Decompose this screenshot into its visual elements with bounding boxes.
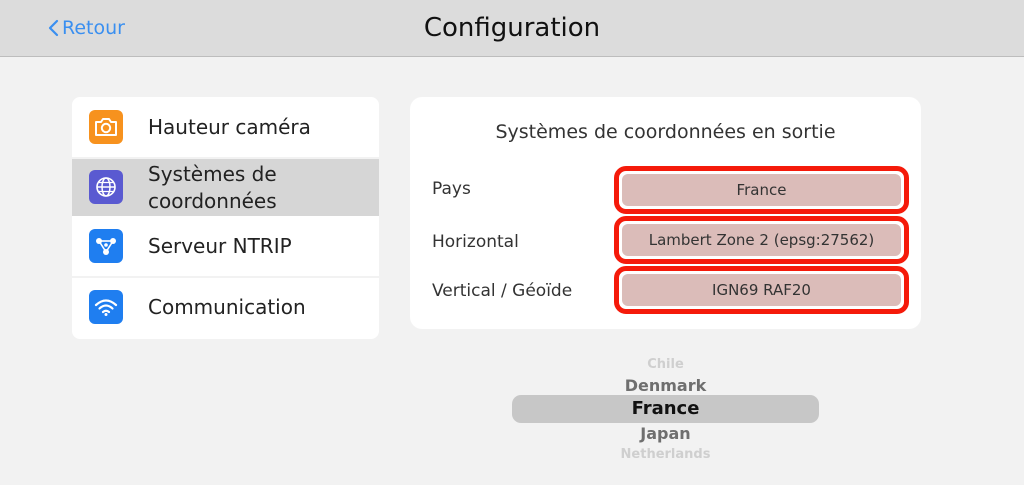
card-title: Systèmes de coordonnées en sortie [495, 121, 836, 143]
menu-label-coordinate-systems-line2: coordonnées [148, 189, 277, 213]
country-field[interactable]: France [614, 166, 909, 214]
page-title: Configuration [423, 13, 601, 43]
country-picker[interactable]: Chile Denmark France Japan Netherlands [512, 352, 819, 470]
vertical-geoid-value: IGN69 RAF20 [622, 274, 901, 306]
settings-menu: Hauteur caméra Systèmes de coordonnées S… [72, 97, 379, 339]
menu-label-communication: Communication [148, 295, 306, 319]
menu-label-camera-height: Hauteur caméra [148, 115, 311, 139]
country-value: France [622, 174, 901, 206]
wifi-icon [89, 290, 123, 324]
vertical-geoid-field[interactable]: IGN69 RAF20 [614, 266, 909, 314]
menu-item-coordinate-systems[interactable]: Systèmes de coordonnées [72, 159, 379, 216]
picker-option[interactable]: Netherlands [512, 447, 819, 462]
picker-option[interactable]: Japan [512, 424, 819, 443]
picker-option[interactable]: Chile [512, 357, 819, 372]
country-label: Pays [432, 179, 471, 199]
menu-item-ntrip-server[interactable]: Serveur NTRIP [72, 216, 379, 276]
network-icon [89, 229, 123, 263]
horizontal-label: Horizontal [432, 232, 519, 252]
horizontal-value: Lambert Zone 2 (epsg:27562) [622, 224, 901, 256]
navigation-bar: Retour Configuration [0, 0, 1024, 57]
camera-icon [89, 110, 123, 144]
vertical-geoid-label: Vertical / Géoïde [432, 281, 573, 301]
horizontal-field[interactable]: Lambert Zone 2 (epsg:27562) [614, 216, 909, 264]
menu-item-communication[interactable]: Communication [72, 278, 379, 339]
globe-icon [89, 170, 123, 204]
menu-label-ntrip-server: Serveur NTRIP [148, 234, 292, 258]
menu-item-camera-height[interactable]: Hauteur caméra [72, 97, 379, 157]
output-coordinate-card: Systèmes de coordonnées en sortie Pays F… [410, 97, 921, 329]
menu-label-coordinate-systems-line1: Systèmes de [148, 162, 277, 186]
picker-option[interactable]: Denmark [512, 376, 819, 395]
picker-option-selected[interactable]: France [512, 398, 819, 419]
